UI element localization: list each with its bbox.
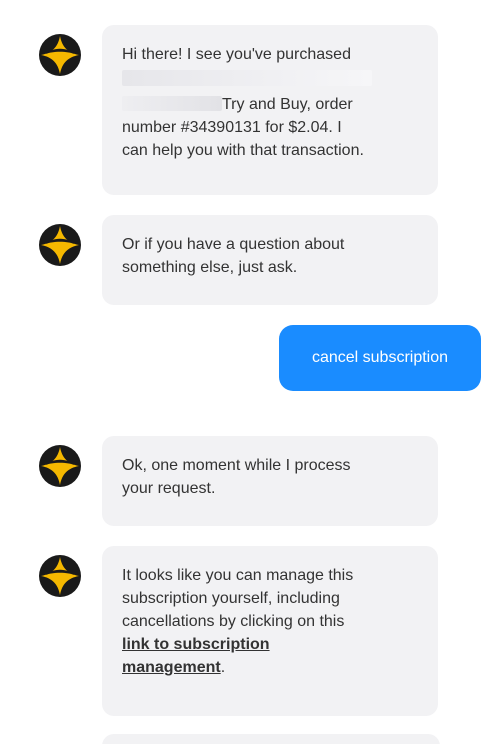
subscription-management-link[interactable]: management	[122, 659, 221, 676]
bot-message-bubble: Ok, one moment while I process your requ…	[102, 436, 438, 526]
message-text: cancel subscription	[311, 349, 449, 366]
message-text: your request.	[122, 480, 216, 497]
message-text: Ok, one moment while I process	[122, 457, 351, 474]
message-text: management.	[122, 659, 226, 676]
redacted-product-name	[122, 69, 372, 86]
message-text: cancellations by clicking on this	[122, 613, 345, 630]
message-text: can help you with that transaction.	[122, 142, 364, 159]
chat-transcript: Hi there! I see you've purchased Try and…	[0, 0, 492, 744]
message-text: It looks like you can manage this	[122, 567, 354, 584]
message-text: Or if you have a question about	[122, 236, 345, 253]
bot-message-bubble: Or if you have a question about somethin…	[102, 215, 438, 305]
subscription-management-link[interactable]: link to subscription	[122, 636, 270, 653]
star-logo-icon	[39, 34, 81, 76]
message-text: subscription yourself, including	[122, 590, 340, 607]
message-text: number #34390131 for $2.04. I	[122, 119, 342, 136]
star-logo-icon	[39, 555, 81, 597]
message-text: Hi there! I see you've purchased	[122, 46, 351, 63]
bot-message-bubble: It looks like you can manage this subscr…	[102, 546, 438, 716]
message-text: link to subscription	[122, 633, 420, 656]
star-logo-icon	[39, 224, 81, 266]
bot-message-bubble	[102, 734, 440, 744]
message-text: Try and Buy, order	[122, 93, 420, 116]
user-message-bubble: cancel subscription	[279, 325, 481, 391]
star-logo-icon	[39, 445, 81, 487]
message-text	[122, 66, 420, 89]
message-text: something else, just ask.	[122, 259, 298, 276]
redacted-product-name	[122, 96, 222, 111]
bot-message-bubble: Hi there! I see you've purchased Try and…	[102, 25, 438, 195]
